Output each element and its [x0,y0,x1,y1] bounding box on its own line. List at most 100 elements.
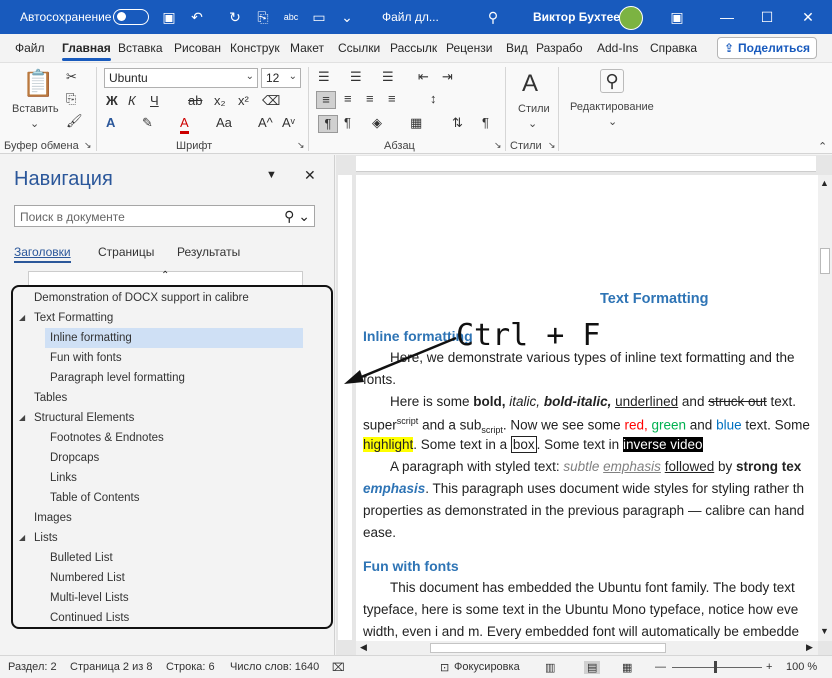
collapse-triangle-icon[interactable]: ◢ [19,413,25,422]
user-name[interactable]: Виктор Бухтеев [533,10,627,24]
tab-layout[interactable]: Макет [290,41,324,55]
paste-icon[interactable]: 📋 [22,69,54,97]
strikethrough-button[interactable]: ab [188,93,202,109]
styles-button-label[interactable]: Стили [518,103,550,115]
tab-pages[interactable]: Страницы [98,245,154,259]
status-line[interactable]: Строка: 6 [166,661,215,673]
qat-more-icon[interactable]: ⌄ [338,8,356,26]
search-icon[interactable]: ⚲ [600,69,624,93]
font-launcher-icon[interactable]: ↘ [297,140,305,151]
heading-item[interactable]: Numbered List [50,568,125,588]
search-icon[interactable]: ⚲ ⌄ [284,208,310,225]
heading-item[interactable]: Demonstration of DOCX support in calibre [34,288,249,308]
status-section[interactable]: Раздел: 2 [8,661,57,673]
horizontal-ruler[interactable] [356,156,816,172]
zoom-slider-thumb[interactable] [714,661,717,673]
chevron-up-icon[interactable]: ⌃ [161,270,169,281]
heading-item[interactable]: Footnotes & Endnotes [50,428,164,448]
tab-draw[interactable]: Рисован [174,41,221,55]
minimize-icon[interactable]: — [718,8,736,26]
maximize-icon[interactable]: ☐ [758,8,776,26]
clear-formatting-icon[interactable]: ⌫ [262,93,280,109]
decrease-indent-icon[interactable]: ⇤ [418,69,429,85]
change-case-button[interactable]: Aa [216,115,232,131]
heading-item[interactable]: Dropcaps [50,448,99,468]
font-color-button[interactable]: A [180,115,189,134]
spelling-icon[interactable]: abc [282,8,300,26]
italic-button[interactable]: К [128,93,136,109]
vertical-scroll-thumb[interactable] [820,248,830,274]
zoom-in-icon[interactable]: + [766,661,772,673]
close-icon[interactable]: ✕ [799,8,817,26]
heading-item[interactable]: Links [50,468,77,488]
scroll-right-icon[interactable]: ▶ [806,642,813,653]
zoom-out-icon[interactable]: — [655,661,666,673]
paste-label[interactable]: Вставить [12,103,59,115]
align-right-icon[interactable]: ≡ [366,91,374,107]
bullets-icon[interactable]: ☰ [318,69,330,85]
search-icon[interactable]: ⚲ [484,8,502,26]
tab-file[interactable]: Файл [15,41,45,55]
collapse-triangle-icon[interactable]: ◢ [19,533,25,542]
heading-item[interactable]: Structural Elements [34,408,134,428]
image-icon[interactable]: ▭ [310,8,328,26]
save-icon[interactable]: ▣ [160,8,178,26]
focus-mode-button[interactable]: Фокусировка [454,661,520,673]
scroll-left-icon[interactable]: ◀ [360,642,367,653]
heading-item[interactable]: Table of Contents [50,488,140,508]
heading-item[interactable]: Tables [34,388,67,408]
heading-item[interactable]: Multi-level Lists [50,588,129,608]
collapse-ribbon-icon[interactable]: ⌃ [818,140,827,153]
format-painter-qa-icon[interactable]: ⎘ [254,8,272,26]
text-effects-button[interactable]: A [106,115,115,131]
tab-design[interactable]: Конструк [230,41,280,55]
sort-icon[interactable]: ⇅ [452,115,463,131]
vertical-ruler[interactable] [338,175,352,640]
scroll-up-icon[interactable]: ▲ [820,178,829,188]
format-painter-icon[interactable]: 🖌 [66,113,83,129]
tab-view[interactable]: Вид [506,41,528,55]
clipboard-launcher-icon[interactable]: ↘ [84,140,92,151]
bold-button[interactable]: Ж [106,93,118,109]
grow-font-button[interactable]: A^ [258,115,273,131]
heading-item[interactable]: Paragraph level formatting [50,368,185,388]
align-center-icon[interactable]: ≡ [344,91,352,107]
status-word-count[interactable]: Число слов: 1640 [230,661,319,673]
heading-item[interactable]: Images [34,508,72,528]
collapse-triangle-icon[interactable]: ◢ [19,313,25,322]
tab-references[interactable]: Ссылки [338,41,380,55]
cut-icon[interactable]: ✂ [66,69,77,85]
styles-launcher-icon[interactable]: ↘ [548,140,556,151]
focus-icon[interactable]: ⊡ [440,661,449,674]
underline-button[interactable]: Ч [150,93,159,109]
chevron-down-icon[interactable]: ⌄ [528,117,537,130]
tab-insert[interactable]: Вставка [118,41,163,55]
increase-indent-icon[interactable]: ⇥ [442,69,453,85]
numbering-icon[interactable]: ☰ [350,69,362,85]
share-button[interactable]: ⇪ Поделиться [717,37,817,59]
heading-item-selected[interactable]: Inline formatting [45,328,303,348]
read-mode-icon[interactable]: ▥ [545,661,555,674]
styles-icon[interactable]: A [522,69,538,99]
editing-button-label[interactable]: Редактирование [570,101,654,113]
subscript-button[interactable]: x₂ [214,93,226,109]
superscript-button[interactable]: x² [238,93,249,109]
shading-icon[interactable]: ◈ [372,115,382,131]
line-spacing-icon[interactable]: ↕ [430,91,437,107]
show-marks-icon[interactable]: ¶ [482,115,489,131]
paragraph-launcher-icon[interactable]: ↘ [494,140,502,151]
shrink-font-button[interactable]: Aᵛ [282,115,295,131]
tab-results[interactable]: Результаты [177,245,240,259]
web-layout-icon[interactable]: ▦ [622,661,632,674]
vertical-scrollbar[interactable] [818,175,832,641]
nav-options-icon[interactable]: ▼ [266,169,277,181]
heading-item[interactable]: Continued Lists [50,608,129,628]
horizontal-scroll-thumb[interactable] [430,643,666,653]
ltr-icon[interactable]: ¶ [318,115,338,133]
copy-icon[interactable]: ⎘ [66,91,76,107]
close-icon[interactable]: ✕ [304,167,316,184]
ribbon-display-icon[interactable]: ▣ [668,8,686,26]
print-layout-icon[interactable]: ▤ [584,661,601,674]
heading-item[interactable]: Fun with fonts [50,348,122,368]
scroll-down-icon[interactable]: ▼ [820,626,829,636]
